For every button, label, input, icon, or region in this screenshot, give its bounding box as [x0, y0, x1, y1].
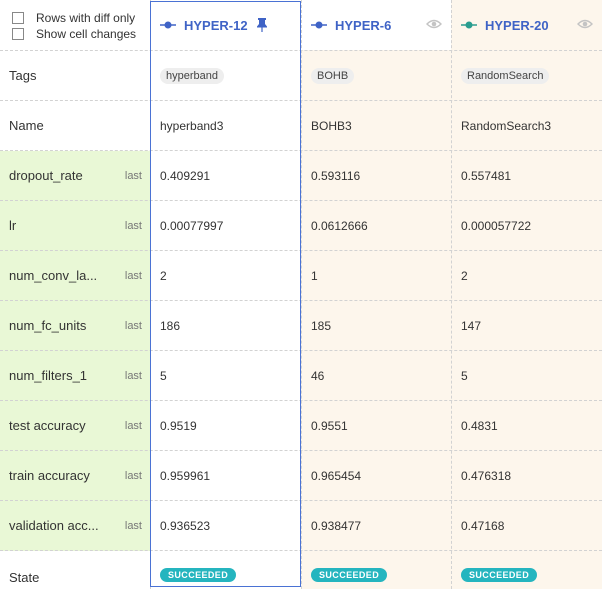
- test-accuracy-value: 0.4831: [461, 418, 498, 433]
- row-label-test-accuracy: test accuracy last: [9, 418, 142, 433]
- experiment-node-icon: [461, 21, 477, 29]
- row-label-num-conv-layers: num_conv_la... last: [9, 268, 142, 283]
- eye-icon[interactable]: [426, 18, 442, 30]
- dropout-rate-value: 0.593116: [311, 168, 361, 183]
- tags-cell: RandomSearch: [452, 51, 602, 100]
- aggregation-label: last: [124, 369, 142, 382]
- aggregation-label: last: [124, 519, 142, 532]
- compare-runs-grid: Rows with diff only Show cell changes HY…: [0, 0, 602, 589]
- eye-icon[interactable]: [577, 18, 593, 30]
- tag-chip[interactable]: BOHB: [311, 67, 355, 84]
- row-label-name: Name: [9, 118, 44, 133]
- run-id[interactable]: HYPER-12: [184, 18, 248, 33]
- row-label-tags: Tags: [9, 68, 37, 83]
- status-badge: SUCCEEDED: [461, 568, 538, 582]
- run-header-hyper-20[interactable]: HYPER-20: [451, 0, 602, 50]
- row-label-state: State: [9, 569, 40, 585]
- state-cell: SUCCEEDED: [151, 551, 301, 589]
- tags-cell: BOHB: [302, 51, 451, 100]
- row-label-lr: lr last: [9, 218, 142, 233]
- num-fc-units-value: 147: [461, 318, 482, 333]
- aggregation-label: last: [124, 419, 142, 432]
- aggregation-label: last: [124, 469, 142, 482]
- validation-accuracy-value: 0.47168: [461, 518, 505, 533]
- name-value: RandomSearch3: [461, 118, 552, 133]
- run-id[interactable]: HYPER-6: [335, 18, 391, 33]
- num-filters-1-value: 46: [311, 368, 325, 383]
- num-conv-layers-value: 2: [461, 268, 468, 283]
- show-cell-changes-label: Show cell changes: [36, 27, 137, 41]
- experiment-node-icon: [160, 21, 176, 29]
- state-cell: SUCCEEDED: [302, 551, 451, 589]
- train-accuracy-value: 0.959961: [160, 468, 211, 483]
- run-id[interactable]: HYPER-20: [485, 18, 549, 33]
- show-cell-changes-toggle[interactable]: Show cell changes: [12, 27, 148, 41]
- tags-cell: hyperband: [151, 51, 301, 100]
- aggregation-label: last: [124, 219, 142, 232]
- num-conv-layers-value: 1: [311, 268, 318, 283]
- show-cell-changes-checkbox[interactable]: [12, 28, 24, 40]
- rows-with-diff-only-label: Rows with diff only: [36, 11, 136, 25]
- name-value: BOHB3: [311, 118, 352, 133]
- run-header-hyper-6[interactable]: HYPER-6: [301, 0, 451, 50]
- row-label-train-accuracy: train accuracy last: [9, 468, 142, 483]
- rows-with-diff-only-toggle[interactable]: Rows with diff only: [12, 11, 148, 25]
- lr-value: 0.000057722: [461, 218, 532, 233]
- train-accuracy-value: 0.965454: [311, 468, 362, 483]
- status-badge: SUCCEEDED: [311, 568, 388, 582]
- test-accuracy-value: 0.9519: [160, 418, 197, 433]
- dropout-rate-value: 0.557481: [461, 168, 512, 183]
- experiment-node-icon: [311, 21, 327, 29]
- test-accuracy-value: 0.9551: [311, 418, 348, 433]
- lr-value: 0.0612666: [311, 218, 368, 233]
- status-badge: SUCCEEDED: [160, 568, 237, 582]
- run-header-hyper-12[interactable]: HYPER-12: [150, 0, 301, 50]
- row-label-dropout-rate: dropout_rate last: [9, 168, 142, 183]
- validation-accuracy-value: 0.938477: [311, 518, 362, 533]
- row-label-validation-accuracy: validation acc... last: [9, 518, 142, 533]
- num-fc-units-value: 186: [160, 318, 181, 333]
- train-accuracy-value: 0.476318: [461, 468, 512, 483]
- dropout-rate-value: 0.409291: [160, 168, 211, 183]
- validation-accuracy-value: 0.936523: [160, 518, 211, 533]
- aggregation-label: last: [124, 269, 142, 282]
- num-fc-units-value: 185: [311, 318, 332, 333]
- num-conv-layers-value: 2: [160, 268, 167, 283]
- rows-with-diff-only-checkbox[interactable]: [12, 12, 24, 24]
- row-label-num-filters-1: num_filters_1 last: [9, 368, 142, 383]
- aggregation-label: last: [124, 319, 142, 332]
- state-cell: SUCCEEDED: [452, 551, 602, 589]
- aggregation-label: last: [124, 169, 142, 182]
- tag-chip[interactable]: RandomSearch: [461, 67, 550, 84]
- num-filters-1-value: 5: [461, 368, 468, 383]
- tag-chip[interactable]: hyperband: [160, 67, 224, 84]
- num-filters-1-value: 5: [160, 368, 167, 383]
- row-label-num-fc-units: num_fc_units last: [9, 318, 142, 333]
- pin-icon[interactable]: [256, 18, 268, 32]
- name-value: hyperband3: [160, 118, 224, 133]
- lr-value: 0.00077997: [160, 218, 224, 233]
- diff-filter-panel: Rows with diff only Show cell changes: [12, 11, 148, 45]
